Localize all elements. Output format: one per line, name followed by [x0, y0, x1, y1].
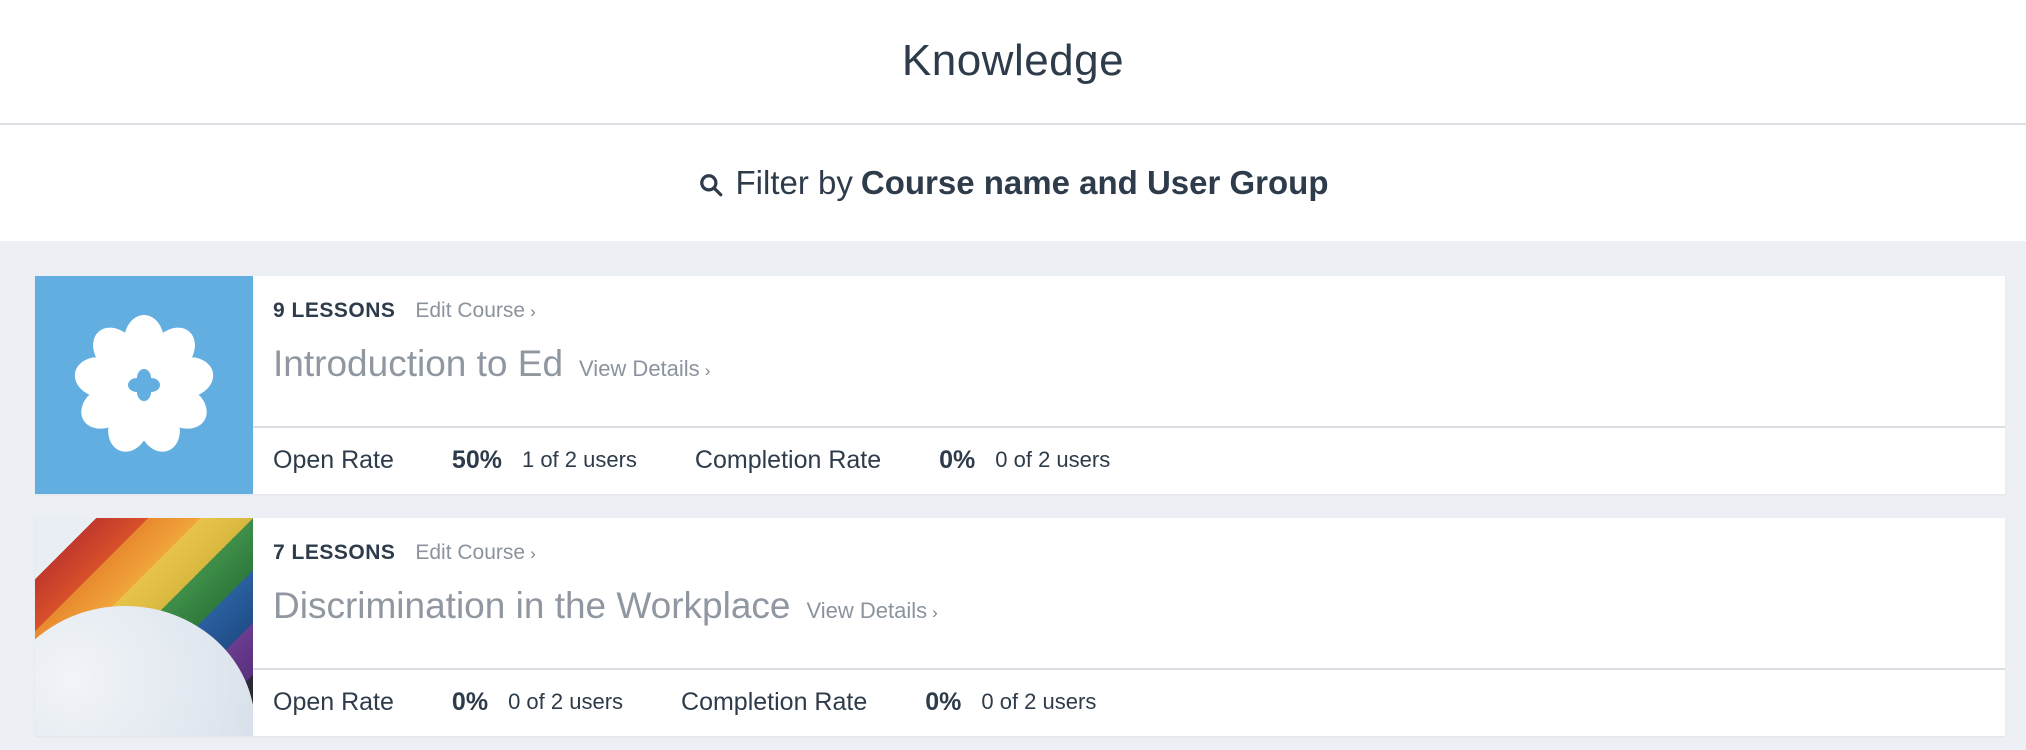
open-rate-users: 0 of 2 users	[508, 689, 624, 714]
course-thumbnail[interactable]	[35, 276, 253, 494]
completion-rate-label: Completion Rate	[694, 445, 882, 474]
completion-rate-value: 0%	[939, 445, 976, 474]
filter-bar[interactable]: Filter by Course name and User Group	[0, 125, 2026, 241]
open-rate-label: Open Rate	[273, 445, 394, 474]
search-icon	[699, 174, 722, 197]
view-details-link[interactable]: View Details ›	[807, 598, 938, 624]
completion-rate-label: Completion Rate	[681, 687, 868, 716]
course-thumbnail[interactable]	[35, 518, 253, 736]
edit-course-link[interactable]: Edit Course ›	[415, 299, 535, 323]
course-card: 7 LESSONS Edit Course › Discrimination in…	[35, 518, 2005, 736]
chevron-right-icon: ›	[704, 361, 711, 380]
chevron-right-icon: ›	[530, 302, 536, 321]
completion-rate-users: 0 of 2 users	[981, 689, 1097, 714]
view-details-link[interactable]: View Details ›	[579, 356, 710, 382]
open-rate-users: 1 of 2 users	[521, 447, 637, 472]
course-card: 9 LESSONS Edit Course › Introduction to E…	[35, 276, 2005, 494]
lesson-count: 7 LESSONS	[273, 541, 396, 564]
course-list: 9 LESSONS Edit Course › Introduction to E…	[0, 241, 2026, 750]
page-title: Knowledge	[901, 35, 1125, 85]
open-rate-label: Open Rate	[273, 687, 394, 716]
course-title[interactable]: Introduction to Ed	[273, 343, 563, 385]
completion-rate-users: 0 of 2 users	[995, 447, 1111, 472]
open-rate-value: 0%	[451, 687, 489, 716]
filter-prefix: Filter by	[735, 164, 853, 201]
chevron-right-icon: ›	[932, 603, 938, 622]
course-stats: Open Rate 50% 1 of 2 users Completion Ra…	[253, 428, 2005, 492]
page-header: Knowledge	[0, 0, 2026, 125]
course-stats: Open Rate 0% 0 of 2 users Completion Rat…	[253, 670, 2005, 734]
open-rate-value: 50%	[451, 445, 502, 474]
filter-criteria[interactable]: Course name and User Group	[861, 164, 1329, 202]
chevron-right-icon: ›	[530, 544, 536, 563]
course-title[interactable]: Discrimination in the Workplace	[273, 585, 791, 627]
completion-rate-value: 0%	[925, 687, 962, 716]
flower-logo-icon	[74, 315, 214, 452]
lesson-count: 9 LESSONS	[273, 299, 396, 322]
edit-course-link[interactable]: Edit Course ›	[415, 541, 535, 565]
